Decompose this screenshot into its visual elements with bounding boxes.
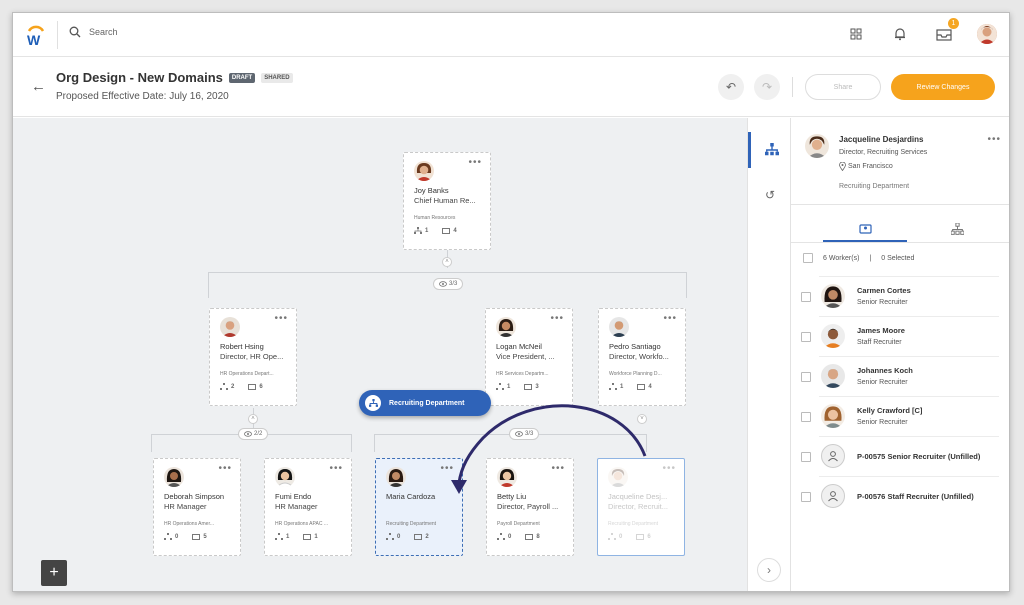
back-arrow-icon[interactable]: ← (31, 78, 46, 95)
worker-name: P-00576 Staff Recruiter (Unfilled) (857, 492, 974, 501)
panel-divider (791, 204, 1009, 205)
header-divider (792, 77, 793, 97)
add-button[interactable]: + (41, 560, 67, 586)
search-box[interactable]: Search (69, 26, 118, 38)
history-icon[interactable]: ↺ (748, 180, 792, 210)
org-structure-icon (365, 395, 381, 411)
panel-location-text: San Francisco (848, 163, 893, 170)
top-bar: W Search 1 (13, 13, 1009, 57)
worker-list: Carmen Cortes Senior Recruiter James Moo… (791, 276, 1009, 516)
page-title-text: Org Design - New Domains (56, 70, 223, 85)
redo-icon[interactable]: ↷ (754, 74, 780, 100)
row-checkbox[interactable] (801, 332, 811, 342)
org-chart-view-icon[interactable] (748, 132, 792, 168)
org-structure-icon (950, 222, 964, 235)
list-item[interactable]: James Moore Staff Recruiter (801, 316, 999, 356)
location-pin-icon (839, 162, 846, 171)
details-panel: Jacqueline Desjardins Director, Recruiti… (791, 118, 1009, 591)
inbox-badge: 1 (948, 18, 959, 29)
panel-location: San Francisco (839, 162, 893, 171)
topbar-divider (57, 21, 58, 49)
page-title: Org Design - New Domains DRAFT SHARED (56, 70, 293, 85)
shared-badge: SHARED (261, 72, 293, 83)
list-item[interactable]: Kelly Crawford [C] Senior Recruiter (801, 396, 999, 436)
row-checkbox[interactable] (801, 412, 811, 422)
worker-title: Senior Recruiter (857, 299, 908, 306)
svg-text:W: W (27, 32, 41, 47)
panel-person-name: Jacqueline Desjardins (839, 135, 924, 144)
avatar (821, 404, 845, 428)
search-input[interactable]: Search (89, 27, 118, 37)
chevron-right-icon[interactable]: › (757, 558, 781, 582)
worker-name: Kelly Crawford [C] (857, 406, 923, 415)
panel-divider (791, 242, 1009, 243)
row-checkbox[interactable] (801, 452, 811, 462)
worker-title: Staff Recruiter (857, 339, 902, 346)
search-icon (69, 26, 81, 38)
workers-tab-icon (858, 223, 872, 234)
notifications-bell-icon[interactable] (889, 23, 911, 45)
panel-person-title: Director, Recruiting Services (839, 149, 928, 156)
draft-badge: DRAFT (228, 72, 256, 83)
org-chart-canvas[interactable]: ••• Joy Banks Chief Human Re... Human Re… (13, 118, 747, 591)
app-window: W Search 1 ← Org Design - New Domains DR… (12, 12, 1010, 592)
list-item[interactable]: P-00576 Staff Recruiter (Unfilled) (801, 476, 999, 516)
avatar (805, 134, 829, 158)
side-toolbar: ↺ › (747, 118, 792, 591)
inbox-icon[interactable]: 1 (933, 18, 959, 45)
tab-workers[interactable] (823, 216, 907, 242)
drag-arrow-annotation (451, 404, 647, 494)
worker-count-text: 6 Worker(s) (823, 254, 860, 262)
share-button[interactable]: Share (805, 74, 881, 100)
selection-summary: 6 Worker(s) | 0 Selected (803, 253, 914, 263)
more-options-icon[interactable]: ••• (987, 134, 1001, 145)
selected-count-text: 0 Selected (881, 254, 915, 262)
panel-department: Recruiting Department (839, 183, 910, 190)
row-checkbox[interactable] (801, 292, 811, 302)
undo-icon[interactable]: ↶ (718, 74, 744, 100)
tab-org-structure[interactable] (915, 216, 999, 242)
person-placeholder-icon (821, 484, 845, 508)
avatar (821, 364, 845, 388)
separator: | (869, 254, 872, 262)
worker-name: Johannes Koch (857, 366, 913, 375)
worker-name: P-00575 Senior Recruiter (Unfilled) (857, 452, 981, 461)
page-header: ← Org Design - New Domains DRAFT SHARED … (13, 57, 1009, 117)
row-checkbox[interactable] (801, 492, 811, 502)
person-placeholder-icon (821, 444, 845, 468)
dragged-department-chip[interactable]: Recruiting Department (359, 390, 491, 416)
worker-name: James Moore (857, 326, 905, 335)
apps-grid-icon[interactable] (845, 23, 867, 45)
list-item[interactable]: Johannes Koch Senior Recruiter (801, 356, 999, 396)
effective-date: Proposed Effective Date: July 16, 2020 (56, 91, 229, 102)
user-avatar[interactable] (977, 24, 997, 44)
list-item[interactable]: P-00575 Senior Recruiter (Unfilled) (801, 436, 999, 476)
workday-logo-icon[interactable]: W (25, 23, 47, 47)
worker-name: Carmen Cortes (857, 286, 911, 295)
worker-title: Senior Recruiter (857, 419, 908, 426)
drag-chip-label: Recruiting Department (389, 399, 465, 407)
select-all-checkbox[interactable] (803, 253, 813, 263)
worker-title: Senior Recruiter (857, 379, 908, 386)
list-item[interactable]: Carmen Cortes Senior Recruiter (801, 276, 999, 316)
row-checkbox[interactable] (801, 372, 811, 382)
review-changes-button[interactable]: Review Changes (891, 74, 995, 100)
avatar (821, 324, 845, 348)
avatar (821, 284, 845, 308)
